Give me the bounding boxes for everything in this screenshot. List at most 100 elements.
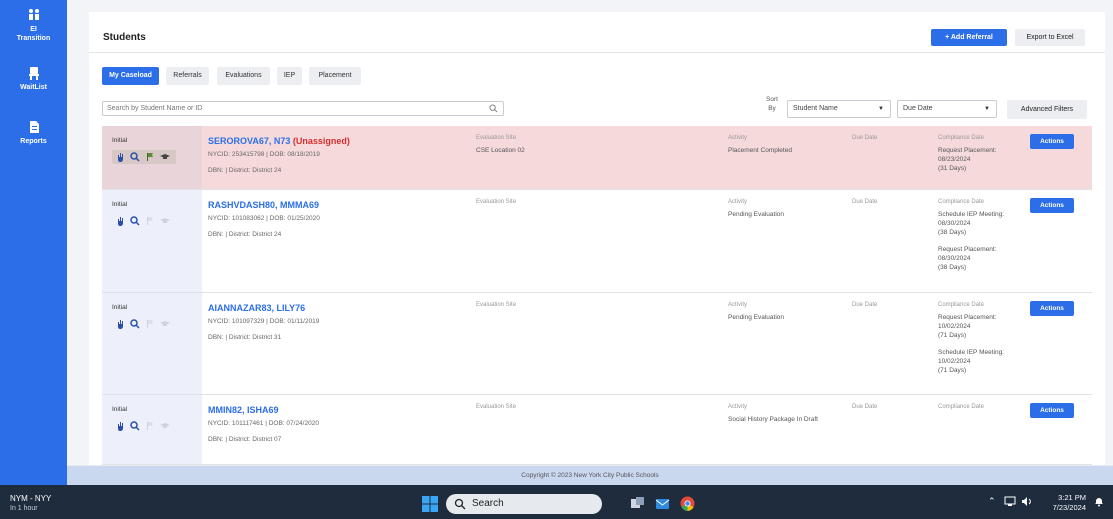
chrome-icon[interactable] <box>680 496 695 511</box>
due-date-select[interactable]: Due Date ▼ <box>897 100 997 118</box>
compliance-line: 10/02/2024 <box>938 358 971 365</box>
activity-label: Activity <box>728 302 748 308</box>
network-icon[interactable] <box>1004 496 1016 507</box>
timezone-subtitle: In 1 hour <box>10 505 38 512</box>
sidebar-item-ei-transition[interactable]: EI Transition <box>0 8 67 43</box>
sort-by-select[interactable]: Student Name ▼ <box>787 100 891 118</box>
student-name[interactable]: RASHVDASH80, MMMA69 <box>208 200 319 210</box>
add-referral-button[interactable]: + Add Referral <box>931 29 1007 46</box>
tab-placement[interactable]: Placement <box>309 67 361 85</box>
notification-bell-icon[interactable] <box>1094 496 1104 507</box>
search-placeholder: Search by Student Name or ID <box>107 105 203 112</box>
clock-time: 3:21 PM <box>1058 493 1086 502</box>
taskbar-search-label: Search <box>472 498 504 509</box>
student-row: Initial AIANNAZAR83, LILY76 NYCID: 10109… <box>102 293 1092 395</box>
compliance-line: (38 Days) <box>938 264 967 271</box>
compliance-line: (71 Days) <box>938 367 967 374</box>
row-action-icons <box>112 214 176 228</box>
task-view-icon[interactable] <box>630 496 645 511</box>
windows-start-icon[interactable] <box>422 496 438 512</box>
hand-icon[interactable] <box>116 216 126 226</box>
magnifier-icon[interactable] <box>130 421 140 431</box>
unassigned-label: (Unassigned) <box>292 136 350 146</box>
activity-label: Activity <box>728 199 748 205</box>
evaluation-site-label: Evaluation Site <box>476 404 517 410</box>
timezone-widget[interactable]: NYM - NYY In 1 hour <box>10 494 51 514</box>
graduation-cap-icon[interactable] <box>160 152 170 162</box>
student-row: Initial RASHVDASH80, MMMA69 NYCID: 10108… <box>102 190 1092 293</box>
student-district: DBN: | District: District 24 <box>208 167 282 174</box>
compliance-line: Schedule IEP Meeting: <box>938 211 1005 218</box>
evaluation-site-label: Evaluation Site <box>476 199 517 205</box>
compliance-line: Request Placement: <box>938 246 997 253</box>
evaluation-site-label: Evaluation Site <box>476 135 517 141</box>
student-name[interactable]: MMIN82, ISHA69 <box>208 405 279 415</box>
compliance-line: 10/02/2024 <box>938 323 971 330</box>
compliance-date-value: Request Placement: 10/02/2024 (71 Days) … <box>938 313 1026 375</box>
magnifier-icon[interactable] <box>130 216 140 226</box>
student-ids: NYCID: 253415798 | DOB: 08/18/2019 <box>208 151 320 158</box>
student-ids: NYCID: 101083062 | DOB: 01/25/2020 <box>208 215 320 222</box>
speaker-icon[interactable] <box>1021 496 1033 507</box>
search-input[interactable]: Search by Student Name or ID <box>102 101 504 116</box>
search-icon[interactable] <box>489 104 498 113</box>
sidebar-item-reports[interactable]: Reports <box>0 120 67 146</box>
magnifier-icon[interactable] <box>130 152 140 162</box>
actions-button[interactable]: Actions <box>1030 134 1074 149</box>
hand-icon[interactable] <box>116 319 126 329</box>
compliance-date-label: Compliance Date <box>938 199 985 205</box>
sidebar-item-waitlist[interactable]: WaitList <box>0 66 67 92</box>
activity-value: Pending Evaluation <box>728 211 785 218</box>
student-district: DBN: | District: District 24 <box>208 231 282 238</box>
flag-icon[interactable] <box>145 152 155 162</box>
student-status: Initial <box>112 201 128 208</box>
magnifier-icon[interactable] <box>130 319 140 329</box>
student-name-text[interactable]: SEROROVA67, N73 <box>208 136 290 146</box>
student-status: Initial <box>112 406 128 413</box>
flag-icon <box>147 422 153 430</box>
activity-value: Placement Completed <box>728 147 792 154</box>
clock-date: 7/23/2024 <box>1052 503 1086 512</box>
tab-iep[interactable]: IEP <box>277 67 302 85</box>
activity-label: Activity <box>728 135 748 141</box>
students-panel: Students + Add Referral Export to Excel … <box>89 12 1105 465</box>
flag-icon <box>147 320 153 328</box>
actions-button[interactable]: Actions <box>1030 403 1074 418</box>
compliance-date-label: Compliance Date <box>938 404 985 410</box>
student-name[interactable]: SEROROVA67, N73 (Unassigned) <box>208 136 350 146</box>
document-icon <box>29 121 39 133</box>
advanced-filters-button[interactable]: Advanced Filters <box>1007 100 1087 119</box>
os-taskbar: NYM - NYY In 1 hour Search ⌃ 3:21 PM 7/2… <box>0 485 1113 519</box>
mail-icon[interactable] <box>655 496 670 511</box>
compliance-line: Request Placement: <box>938 147 997 154</box>
main-area: Students + Add Referral Export to Excel … <box>67 0 1113 465</box>
actions-button[interactable]: Actions <box>1030 301 1074 316</box>
compliance-spacer <box>938 340 1026 348</box>
evaluation-site-label: Evaluation Site <box>476 302 517 308</box>
export-to-excel-button[interactable]: Export to Excel <box>1015 29 1085 46</box>
student-status: Initial <box>112 304 128 311</box>
compliance-date-label: Compliance Date <box>938 135 985 141</box>
tab-referrals[interactable]: Referrals <box>166 67 209 85</box>
tab-evaluations[interactable]: Evaluations <box>217 67 270 85</box>
clock[interactable]: 3:21 PM 7/23/2024 <box>1046 493 1086 513</box>
row-status-column: Initial <box>102 293 202 394</box>
row-action-icons <box>112 150 176 164</box>
activity-value: Pending Evaluation <box>728 314 785 321</box>
taskbar-search[interactable]: Search <box>446 494 602 514</box>
row-status-column: Initial <box>102 126 202 189</box>
chevron-up-icon[interactable]: ⌃ <box>988 496 996 507</box>
sort-label-line: By <box>768 105 776 112</box>
student-ids: NYCID: 101117461 | DOB: 07/24/2020 <box>208 420 319 427</box>
hand-icon[interactable] <box>116 421 126 431</box>
student-name[interactable]: AIANNAZAR83, LILY76 <box>208 303 305 313</box>
student-district: DBN: | District: District 31 <box>208 334 282 341</box>
compliance-line: 08/30/2024 <box>938 220 971 227</box>
sidebar-item-label: WaitList <box>20 84 47 91</box>
hand-icon[interactable] <box>116 152 126 162</box>
activity-label: Activity <box>728 404 748 410</box>
row-status-column: Initial <box>102 395 202 464</box>
actions-button[interactable]: Actions <box>1030 198 1074 213</box>
tab-my-caseload[interactable]: My Caseload <box>102 67 159 85</box>
due-date-label: Due Date <box>852 302 878 308</box>
